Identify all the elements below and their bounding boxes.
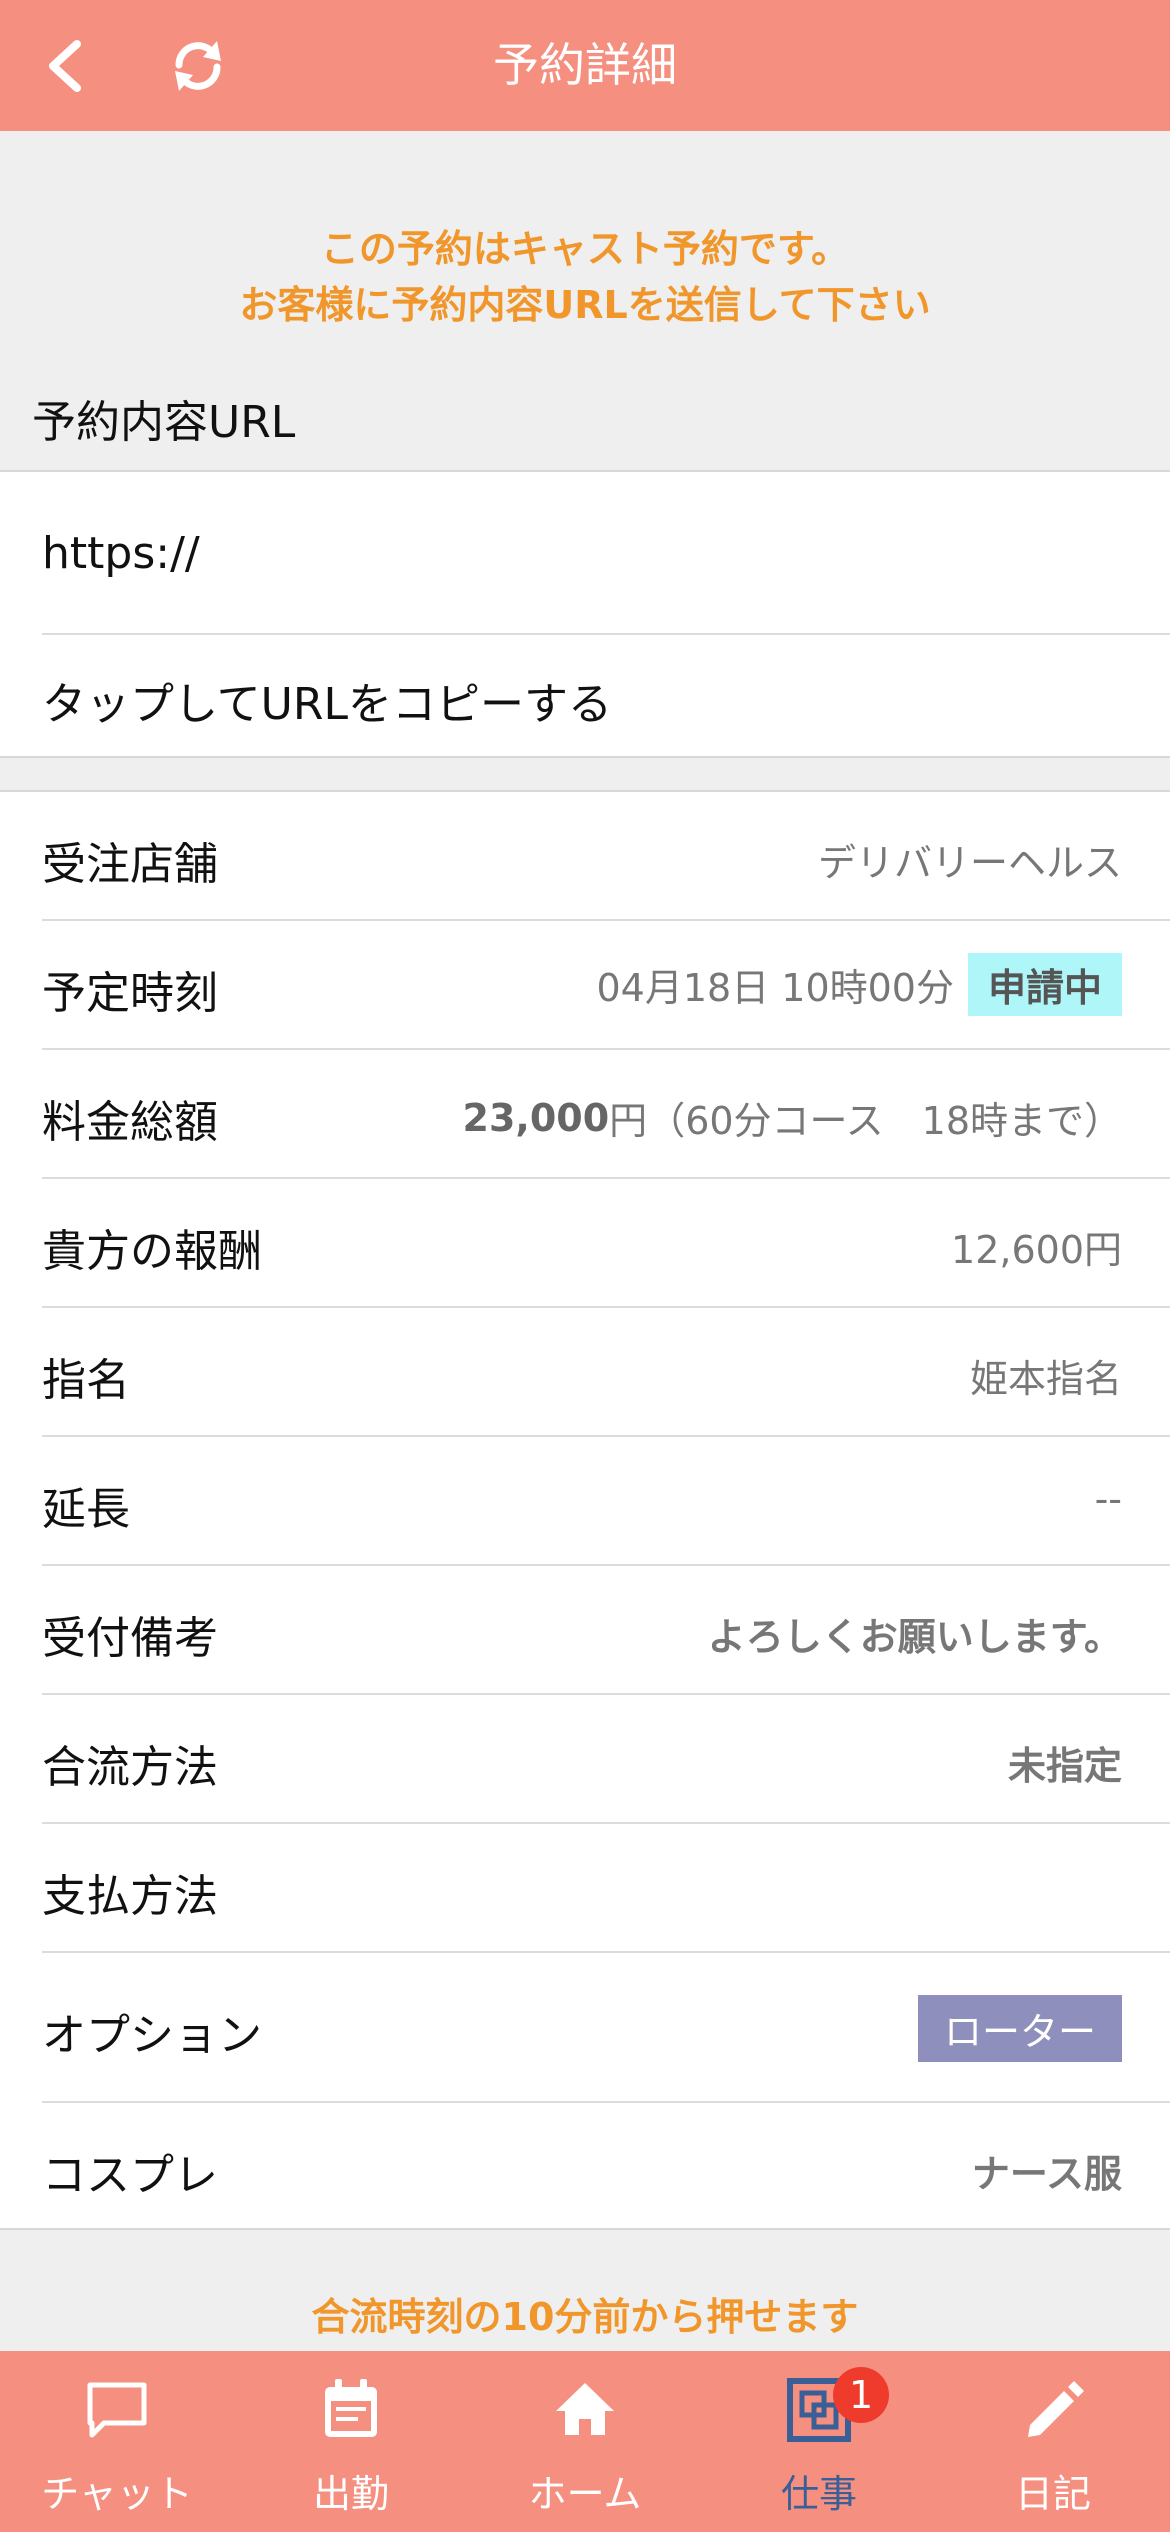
total-fee-value-group: 23,000 円 （60分コース 18時まで） [463, 1090, 1122, 1145]
home-icon [556, 2383, 614, 2435]
status-badge: 申請中 [967, 953, 1122, 1016]
tab-work-label: 仕事 [780, 2472, 857, 2516]
detail-row-payment-method: 支払方法 [0, 1824, 1170, 1953]
notification-badge: 1 [833, 2367, 890, 2423]
tab-chat-label: チャット [41, 2472, 193, 2516]
calendar-icon [325, 2379, 377, 2437]
url-section-label: 予約内容URL [32, 397, 296, 448]
chat-icon [87, 2382, 147, 2438]
page-title: 予約詳細 [493, 38, 677, 92]
extension-label: 延長 [42, 1484, 130, 1535]
option-value-group: ローター [917, 1995, 1122, 2062]
scheduled-time-label: 予定時刻 [42, 968, 218, 1019]
tab-attendance[interactable]: 出勤 [234, 2351, 468, 2532]
option-badge: ローター [917, 1995, 1122, 2062]
nomination-value: 姫本指名 [969, 1357, 1122, 1401]
reservation-url-text[interactable]: https:// [42, 528, 200, 579]
reception-note-label: 受付備考 [42, 1613, 218, 1664]
reward-value: 12,600円 [951, 1228, 1122, 1272]
tab-attendance-label: 出勤 [312, 2472, 389, 2516]
tab-home[interactable]: ホーム [468, 2351, 702, 2532]
scheduled-time-value: 04月18日 10時00分 [596, 966, 954, 1010]
detail-row-cosplay: コスプレ ナース服 [0, 2103, 1170, 2230]
header-bar: 予約詳細 [0, 0, 1170, 131]
detail-row-option: オプション ローター [0, 1953, 1170, 2103]
tab-work[interactable]: 1 仕事 [702, 2351, 936, 2532]
notice-message: この予約はキャスト予約です。 お客様に予約内容URLを送信して下さい [0, 221, 1170, 333]
reservation-url-card: https:// タップしてURLをコピーする [0, 470, 1170, 758]
detail-row-store: 受注店舗 デリバリーヘルス [0, 792, 1170, 921]
detail-row-total-fee: 料金総額 23,000 円 （60分コース 18時まで） [0, 1050, 1170, 1179]
scheduled-time-value-group: 04月18日 10時00分 申請中 [596, 953, 1122, 1016]
total-fee-label: 料金総額 [42, 1097, 218, 1148]
copy-url-button[interactable]: タップしてURLをコピーする [42, 668, 612, 732]
detail-row-reception-note: 受付備考 よろしくお願いします。 [0, 1566, 1170, 1695]
store-value: デリバリーヘルス [817, 841, 1122, 885]
notice-line-1: この予約はキャスト予約です。 [320, 227, 850, 271]
tab-diary[interactable]: 日記 [936, 2351, 1170, 2532]
store-label: 受注店舗 [42, 839, 218, 890]
reception-note-value: よろしくお願いします。 [707, 1615, 1122, 1659]
option-label: オプション [42, 2010, 262, 2061]
total-fee-unit: 円 [609, 1099, 648, 1143]
payment-method-label: 支払方法 [42, 1871, 218, 1922]
notice-line-2: お客様に予約内容URLを送信して下さい [239, 283, 931, 327]
pencil-icon [1028, 2381, 1084, 2437]
total-fee-amount: 23,000 [462, 1095, 610, 1140]
cosplay-value: ナース服 [971, 2152, 1122, 2196]
detail-row-extension: 延長 -- [0, 1437, 1170, 1566]
detail-row-reward: 貴方の報酬 12,600円 [0, 1179, 1170, 1308]
divider [42, 633, 1170, 635]
cast-reservation-notice: この予約はキャスト予約です。 お客様に予約内容URLを送信して下さい [0, 131, 1170, 391]
meeting-button-hint: 合流時刻の10分前から押せます [311, 2295, 859, 2339]
tab-chat[interactable]: チャット [0, 2351, 234, 2532]
tab-home-label: ホーム [528, 2472, 642, 2516]
nomination-label: 指名 [42, 1355, 130, 1406]
bottom-tab-bar: チャット 出勤 ホーム 1 仕事 日記 [0, 2351, 1170, 2532]
meeting-method-label: 合流方法 [42, 1742, 218, 1793]
cosplay-label: コスプレ [42, 2150, 218, 2201]
total-fee-course: （60分コース 18時まで） [647, 1099, 1122, 1143]
tab-diary-label: 日記 [1014, 2472, 1091, 2516]
detail-row-scheduled-time: 予定時刻 04月18日 10時00分 申請中 [0, 921, 1170, 1050]
detail-row-meeting-method: 合流方法 未指定 [0, 1695, 1170, 1824]
extension-value: -- [1094, 1477, 1122, 1521]
detail-row-nomination: 指名 姫本指名 [0, 1308, 1170, 1437]
reward-label: 貴方の報酬 [42, 1226, 262, 1277]
meeting-method-value: 未指定 [1007, 1744, 1122, 1788]
reservation-details-card: 受注店舗 デリバリーヘルス 予定時刻 04月18日 10時00分 申請中 料金総… [0, 790, 1170, 2230]
